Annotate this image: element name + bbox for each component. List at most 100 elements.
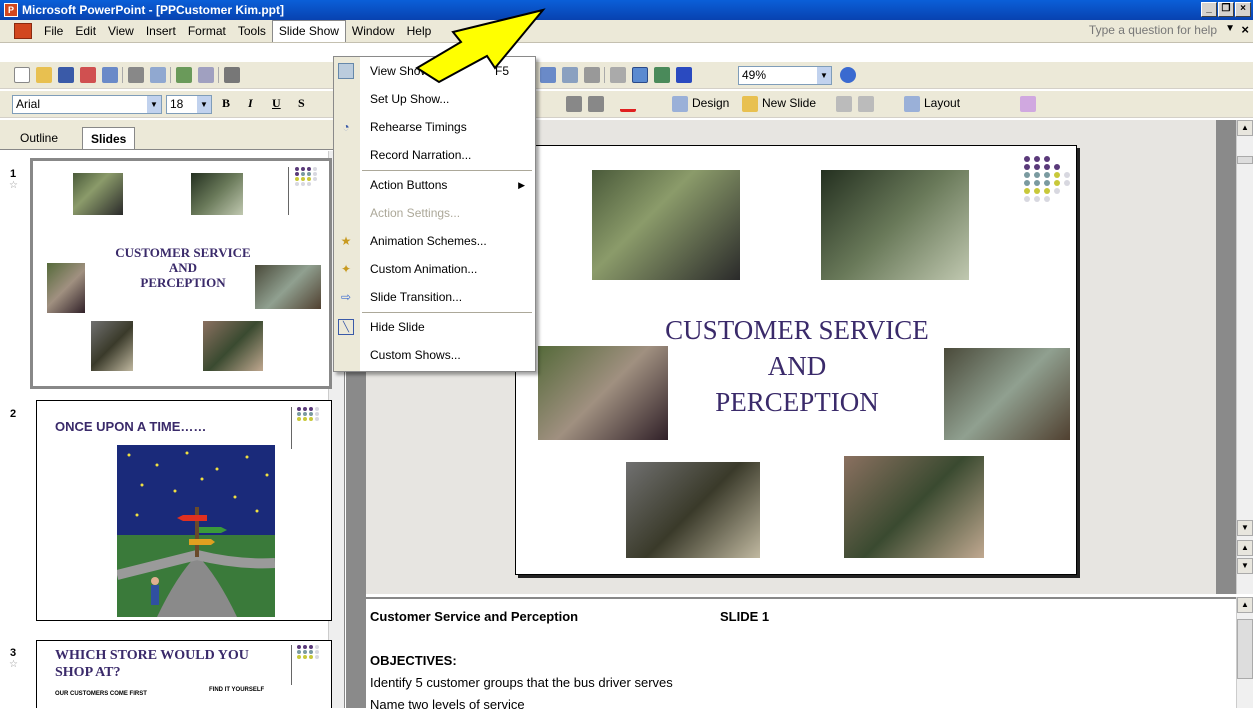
slide-photo-bus-mirror (821, 170, 969, 280)
font-name-combo[interactable]: Arial ▼ (12, 95, 162, 114)
notes-pane[interactable]: Customer Service and Perception SLIDE 1 … (366, 597, 1236, 712)
open-icon[interactable] (36, 67, 52, 83)
help-icon[interactable] (840, 67, 856, 83)
spelling-icon[interactable] (176, 67, 192, 83)
scroll-up-icon[interactable]: ▲ (1237, 120, 1253, 136)
help-question-box[interactable]: Type a question for help (1089, 23, 1217, 37)
move-down-icon[interactable] (858, 96, 874, 112)
menu-item-label: Slide Transition... (370, 290, 463, 304)
slide-1-title-line1: CUSTOMER SERVICE (115, 245, 251, 260)
close-button[interactable]: × (1235, 2, 1251, 17)
menu-bar: File Edit View Insert Format Tools Slide… (0, 20, 1253, 43)
slide-thumbnail-1[interactable]: CUSTOMER SERVICE AND PERCEPTION (30, 158, 332, 389)
permission-icon[interactable] (80, 67, 96, 83)
menu-slide-show[interactable]: Slide Show (271, 20, 346, 42)
print-preview-icon[interactable] (150, 67, 166, 83)
shadow-button[interactable]: S (298, 96, 305, 111)
font-color-icon[interactable] (620, 96, 636, 112)
notes-margin (346, 594, 366, 708)
zoom-dropdown-icon[interactable]: ▼ (817, 67, 831, 84)
layout-button[interactable]: Layout (924, 96, 960, 110)
tab-slides[interactable]: Slides (82, 127, 136, 149)
increase-indent-icon[interactable] (588, 96, 604, 112)
design-button[interactable]: Design (692, 96, 729, 110)
layout-icon[interactable] (904, 96, 920, 112)
powerpoint-app-icon[interactable]: P (4, 3, 18, 17)
zoom-combo[interactable]: 49% ▼ (738, 66, 832, 85)
menu-window[interactable]: Window (346, 21, 401, 41)
menu-file[interactable]: File (38, 21, 69, 41)
next-slide-icon[interactable]: ▼ (1237, 558, 1253, 574)
menu-item-set-up-show[interactable]: Set Up Show... (334, 85, 535, 113)
scroll-down-icon[interactable]: ▼ (1237, 520, 1253, 536)
font-size-dropdown-icon[interactable]: ▼ (197, 96, 211, 113)
help-dropdown-icon[interactable]: ▼ (1225, 23, 1235, 34)
slide-1-title-line2: AND (168, 260, 198, 275)
menu-item-hide-slide[interactable]: ╲ Hide Slide (334, 313, 535, 341)
minimize-button[interactable]: _ (1201, 2, 1217, 17)
tab-outline[interactable]: Outline (12, 127, 66, 149)
move-up-icon[interactable] (836, 96, 852, 112)
animation-schemes-icon: ★ (340, 234, 352, 248)
notes-heading: Customer Service and Perception (370, 609, 579, 624)
document-icon[interactable] (14, 23, 32, 39)
slide-photo-desk (844, 456, 984, 558)
font-name-dropdown-icon[interactable]: ▼ (147, 96, 161, 113)
slide-photo-office (592, 170, 740, 280)
menu-item-label: Animation Schemes... (370, 234, 487, 248)
menu-format[interactable]: Format (182, 21, 232, 41)
insert-chart-icon[interactable] (562, 67, 578, 83)
notes-scrollbar[interactable]: ▲ (1236, 597, 1253, 708)
photo (203, 321, 263, 371)
previous-slide-icon[interactable]: ▲ (1237, 540, 1253, 556)
grid-icon[interactable] (654, 67, 670, 83)
notes-scroll-up-icon[interactable]: ▲ (1237, 597, 1253, 613)
animation-star-icon: ☆ (9, 180, 18, 191)
toolbar-options-icon[interactable] (1020, 96, 1036, 112)
email-icon[interactable] (102, 67, 118, 83)
slide-show-menu: View Show F5 Set Up Show... ◔ Rehearse T… (333, 56, 536, 372)
restore-button[interactable]: ❐ (1218, 2, 1234, 17)
new-slide-button[interactable]: New Slide (762, 96, 816, 110)
slide-thumbnail-3[interactable]: WHICH STORE WOULD YOU SHOP AT? OUR CUSTO… (36, 640, 332, 708)
animation-star-icon: ☆ (9, 659, 18, 670)
decrease-indent-icon[interactable] (566, 96, 582, 112)
font-size-combo[interactable]: 18 ▼ (166, 95, 212, 114)
italic-button[interactable]: I (248, 96, 253, 111)
menu-insert[interactable]: Insert (140, 21, 182, 41)
menu-item-action-settings[interactable]: Action Settings... (334, 199, 535, 227)
new-slide-icon[interactable] (742, 96, 758, 112)
slide-scrollbar[interactable]: ▲ ▼ ▲ ▼ (1236, 120, 1253, 594)
bold-button[interactable]: B (222, 96, 230, 111)
menu-item-action-buttons[interactable]: Action Buttons ▶ (334, 171, 535, 199)
menu-item-label: Record Narration... (370, 148, 472, 162)
design-icon[interactable] (672, 96, 688, 112)
underline-button[interactable]: U (272, 96, 281, 111)
document-close-icon[interactable]: × (1241, 22, 1249, 37)
menu-item-custom-animation[interactable]: ✦ Custom Animation... (334, 255, 535, 283)
notes-scroll-thumb[interactable] (1237, 619, 1253, 679)
menu-item-animation-schemes[interactable]: ★ Animation Schemes... (334, 227, 535, 255)
menu-item-custom-shows[interactable]: Custom Shows... (334, 341, 535, 369)
save-icon[interactable] (58, 67, 74, 83)
menu-item-slide-transition[interactable]: ⇨ Slide Transition... (334, 283, 535, 311)
menu-item-rehearse-timings[interactable]: ◔ Rehearse Timings (334, 113, 535, 141)
color-icon[interactable] (676, 67, 692, 83)
color-grayscale-icon[interactable] (584, 67, 600, 83)
menu-edit[interactable]: Edit (69, 21, 102, 41)
stopwatch-icon: ◔ (342, 120, 350, 134)
show-formatting-icon[interactable] (632, 67, 648, 83)
crossroads-illustration (117, 445, 275, 617)
main-slide[interactable]: CUSTOMER SERVICE AND PERCEPTION (515, 145, 1077, 575)
expand-all-icon[interactable] (610, 67, 626, 83)
new-icon[interactable] (14, 67, 30, 83)
menu-item-record-narration[interactable]: Record Narration... (334, 141, 535, 169)
cut-icon[interactable] (224, 67, 240, 83)
photo (47, 263, 85, 313)
scroll-thumb[interactable] (1237, 156, 1253, 164)
slide-thumbnail-2[interactable]: ONCE UPON A TIME…… (36, 400, 332, 621)
research-icon[interactable] (198, 67, 214, 83)
menu-view[interactable]: View (102, 21, 140, 41)
menu-tools[interactable]: Tools (232, 21, 272, 41)
print-icon[interactable] (128, 67, 144, 83)
